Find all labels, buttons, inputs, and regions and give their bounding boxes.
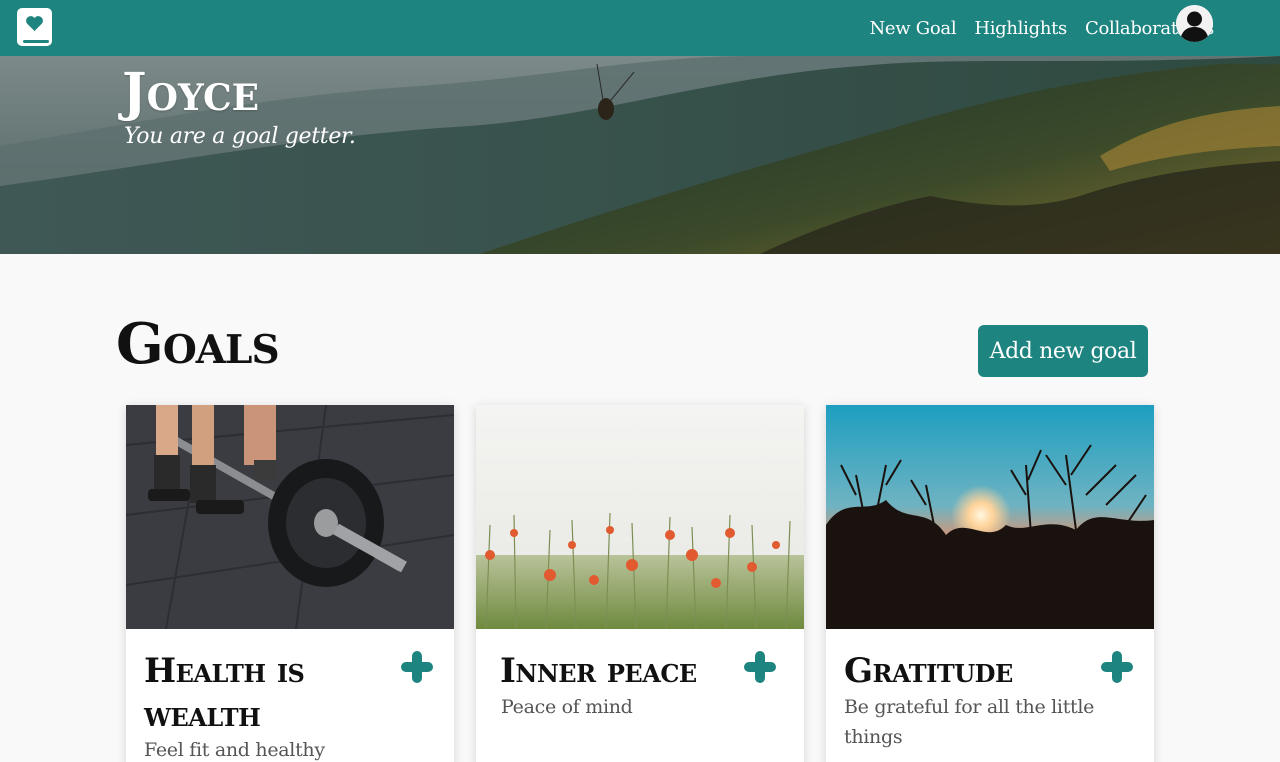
- nav-links: New Goal Highlights Collaborations: [869, 0, 1214, 56]
- goal-card-description: Feel fit and healthy: [144, 739, 325, 761]
- goal-card-gratitude[interactable]: Gratitude Be grateful for all the little…: [826, 405, 1154, 762]
- heart-book-logo-icon[interactable]: [16, 7, 53, 49]
- nav-highlights[interactable]: Highlights: [974, 18, 1067, 39]
- top-navbar: New Goal Highlights Collaborations: [0, 0, 1280, 56]
- goal-card-description: Peace of mind: [501, 696, 633, 718]
- profile-name: Joyce: [122, 62, 260, 123]
- goal-card-title: Inner peace: [500, 651, 697, 691]
- user-avatar-icon[interactable]: [1176, 5, 1213, 42]
- poppy-field-photo: [476, 405, 804, 629]
- add-plus-icon[interactable]: [401, 651, 433, 683]
- hero-banner: Joyce You are a goal getter.: [0, 56, 1280, 254]
- sunset-photo: [826, 405, 1154, 629]
- goals-heading: Goals: [116, 311, 280, 377]
- add-new-goal-button[interactable]: Add new goal: [978, 325, 1148, 377]
- goal-card-health[interactable]: Health is wealth Feel fit and healthy: [126, 405, 454, 762]
- goal-card-title: Gratitude: [844, 651, 1013, 691]
- goal-card-description: Be grateful for all the little things: [844, 696, 1095, 748]
- nav-new-goal[interactable]: New Goal: [869, 18, 956, 39]
- goal-card-title: Health is wealth: [144, 651, 305, 735]
- barbell-photo: [126, 405, 454, 629]
- add-plus-icon[interactable]: [1101, 651, 1133, 683]
- add-plus-icon[interactable]: [744, 651, 776, 683]
- goal-card-inner-peace[interactable]: Inner peace Peace of mind: [476, 405, 804, 762]
- profile-tagline: You are a goal getter.: [124, 124, 356, 149]
